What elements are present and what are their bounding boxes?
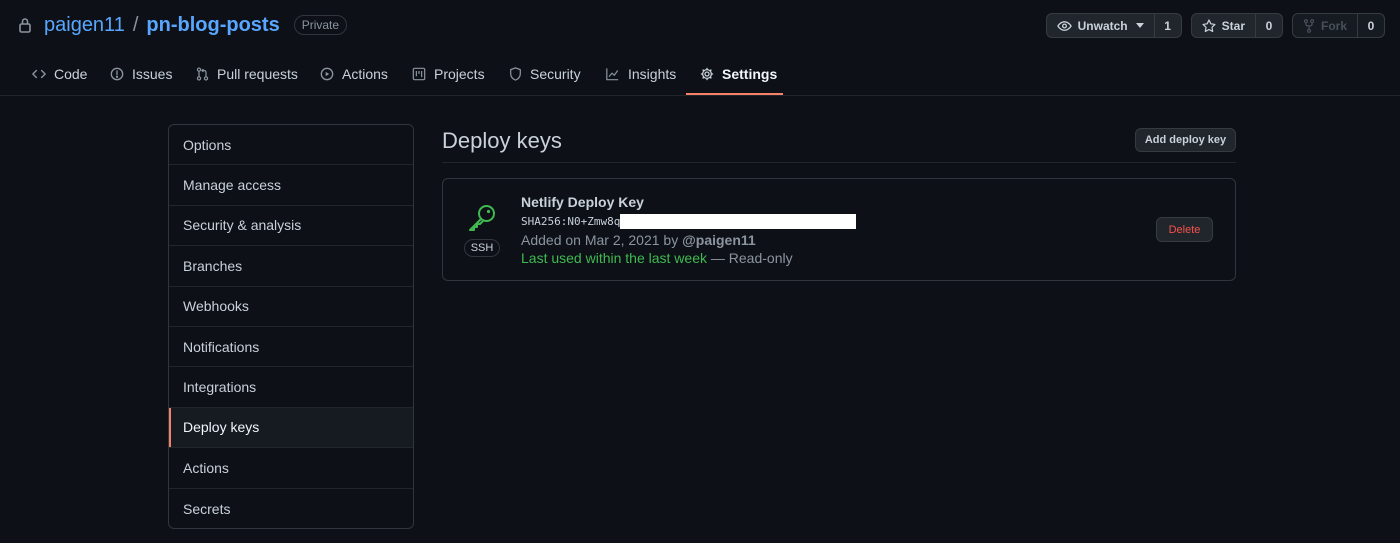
title-divider: [442, 162, 1236, 163]
settings-menu: Options Manage access Security & analysi…: [168, 124, 414, 529]
tab-pull-requests-label: Pull requests: [217, 66, 298, 82]
tab-projects[interactable]: Projects: [412, 52, 485, 96]
issue-opened-icon: [110, 67, 124, 81]
key-usage-info: Last used within the last week — Read-on…: [521, 250, 793, 266]
project-icon: [412, 67, 426, 81]
last-used-text: Last used within the last week: [521, 250, 707, 266]
repo-nav: Code Issues Pull requests Actions Projec…: [0, 52, 1400, 96]
play-icon: [320, 67, 334, 81]
menu-item-security-analysis[interactable]: Security & analysis: [169, 206, 413, 247]
star-button-group: Star 0: [1190, 13, 1283, 38]
menu-item-integrations[interactable]: Integrations: [169, 367, 413, 408]
caret-down-icon: [1135, 23, 1144, 28]
repo-name-link[interactable]: pn-blog-posts: [146, 14, 279, 37]
repo-owner-link[interactable]: paigen11: [44, 14, 125, 37]
fork-button[interactable]: Fork: [1291, 13, 1358, 38]
unwatch-button[interactable]: Unwatch: [1045, 13, 1155, 38]
tab-settings-label: Settings: [722, 66, 778, 82]
tab-security[interactable]: Security: [509, 52, 581, 96]
menu-item-deploy-keys[interactable]: Deploy keys: [169, 407, 413, 449]
repo-title: paigen11 / pn-blog-posts Private: [18, 12, 348, 38]
tab-actions-label: Actions: [342, 66, 388, 82]
watchers-count[interactable]: 1: [1154, 13, 1182, 38]
unwatch-label: Unwatch: [1077, 18, 1128, 33]
added-by-user[interactable]: @paigen11: [682, 232, 756, 248]
git-pull-request-icon: [196, 67, 209, 81]
repo-separator: /: [132, 13, 139, 36]
fingerprint-text: SHA256:N0+Zmw8q: [521, 215, 621, 228]
deploy-key-title: Netlify Deploy Key: [521, 194, 644, 210]
page-title: Deploy keys: [442, 128, 562, 153]
tab-issues[interactable]: Issues: [110, 52, 172, 96]
fingerprint-redaction: [620, 214, 857, 229]
access-level: — Read-only: [710, 250, 793, 266]
add-deploy-key-button[interactable]: Add deploy key: [1135, 128, 1236, 152]
graph-icon: [605, 67, 620, 81]
delete-key-button[interactable]: Delete: [1156, 217, 1213, 242]
stars-count[interactable]: 0: [1255, 13, 1283, 38]
visibility-badge: Private: [293, 15, 348, 35]
gear-icon: [700, 67, 714, 81]
ssh-badge: SSH: [464, 239, 500, 257]
added-text: Added on Mar 2, 2021 by: [521, 232, 679, 248]
tab-security-label: Security: [530, 66, 581, 82]
lock-icon: [18, 17, 32, 33]
menu-item-branches[interactable]: Branches: [169, 246, 413, 287]
tab-insights[interactable]: Insights: [605, 52, 676, 96]
key-fingerprint: SHA256:N0+Zmw8q: [521, 214, 857, 229]
tab-settings[interactable]: Settings: [700, 52, 777, 96]
key-icon: [466, 202, 498, 234]
deploy-key-row: SSH Netlify Deploy Key SHA256:N0+Zmw8q A…: [442, 178, 1236, 281]
tab-code-label: Code: [54, 66, 88, 82]
menu-item-manage-access[interactable]: Manage access: [169, 165, 413, 206]
menu-item-options[interactable]: Options: [169, 125, 413, 166]
eye-icon: [1056, 20, 1072, 32]
shield-icon: [509, 67, 522, 81]
menu-item-notifications[interactable]: Notifications: [169, 327, 413, 368]
forks-count[interactable]: 0: [1358, 13, 1385, 38]
star-button[interactable]: Star: [1190, 13, 1256, 38]
tab-insights-label: Insights: [628, 66, 677, 82]
watch-button-group: Unwatch 1: [1045, 13, 1182, 38]
tab-projects-label: Projects: [434, 66, 485, 82]
tab-actions[interactable]: Actions: [320, 52, 388, 96]
key-added-info: Added on Mar 2, 2021 by @paigen11: [521, 232, 756, 248]
menu-item-actions[interactable]: Actions: [169, 448, 413, 489]
fork-icon: [1303, 18, 1315, 33]
star-label: Star: [1221, 18, 1245, 33]
menu-item-secrets[interactable]: Secrets: [169, 489, 413, 528]
fork-label: Fork: [1320, 18, 1347, 33]
tab-pull-requests[interactable]: Pull requests: [196, 52, 298, 96]
tab-code[interactable]: Code: [32, 52, 87, 96]
selected-tab-underline: [686, 93, 783, 95]
repo-actions: Unwatch 1 Star 0 Fork 0: [1045, 13, 1385, 38]
code-icon: [32, 68, 46, 80]
menu-item-webhooks[interactable]: Webhooks: [169, 287, 413, 327]
fork-button-group: Fork 0: [1291, 13, 1385, 38]
star-icon: [1202, 18, 1216, 33]
tab-issues-label: Issues: [132, 66, 173, 82]
